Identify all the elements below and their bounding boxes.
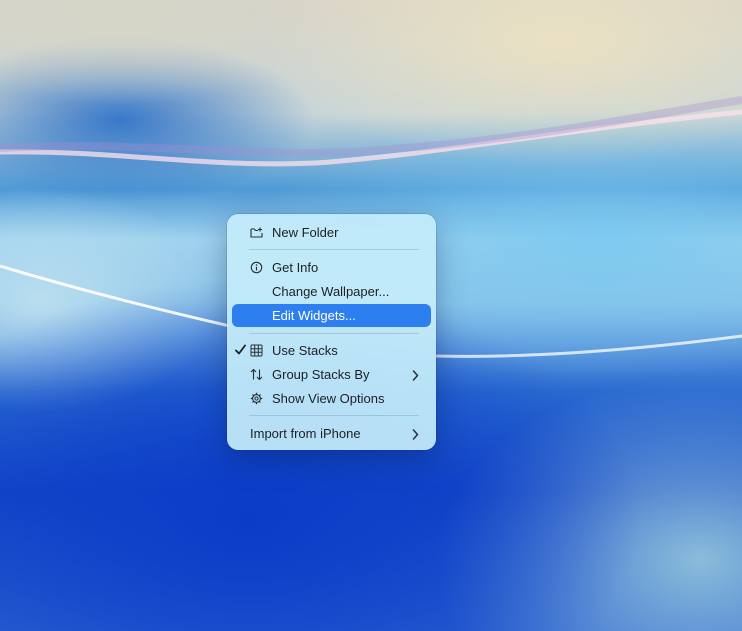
info-circle-icon [250,261,263,274]
menu-item-show-view-options[interactable]: Show View Options [232,387,431,410]
menu-item-label: Import from iPhone [250,426,361,441]
folder-plus-icon [250,226,263,239]
menu-separator [249,415,419,416]
chevron-right-icon [412,428,419,440]
menu-item-change-wallpaper[interactable]: Change Wallpaper... [232,280,431,303]
menu-separator [249,333,419,334]
menu-item-label: New Folder [272,225,339,240]
menu-item-edit-widgets[interactable]: Edit Widgets... [232,304,431,327]
menu-item-group-stacks-by[interactable]: Group Stacks By [232,363,431,386]
desktop-context-menu: New Folder Get Info Change Wallpaper... … [227,214,436,450]
menu-item-new-folder[interactable]: New Folder [232,221,431,244]
menu-item-label: Edit Widgets... [272,308,356,323]
sort-arrows-icon [250,368,263,381]
grid-icon [250,344,263,357]
menu-item-use-stacks[interactable]: Use Stacks [232,339,431,362]
menu-item-label: Get Info [272,260,319,275]
menu-separator [249,249,419,250]
checkmark-icon [235,344,246,356]
menu-item-label: Group Stacks By [272,367,370,382]
menu-item-get-info[interactable]: Get Info [232,256,431,279]
menu-item-import-from-iphone[interactable]: Import from iPhone [232,422,431,445]
gear-icon [250,392,263,405]
menu-item-label: Change Wallpaper... [272,284,390,299]
chevron-right-icon [412,369,419,381]
menu-item-label: Use Stacks [272,343,338,358]
menu-item-label: Show View Options [272,391,385,406]
